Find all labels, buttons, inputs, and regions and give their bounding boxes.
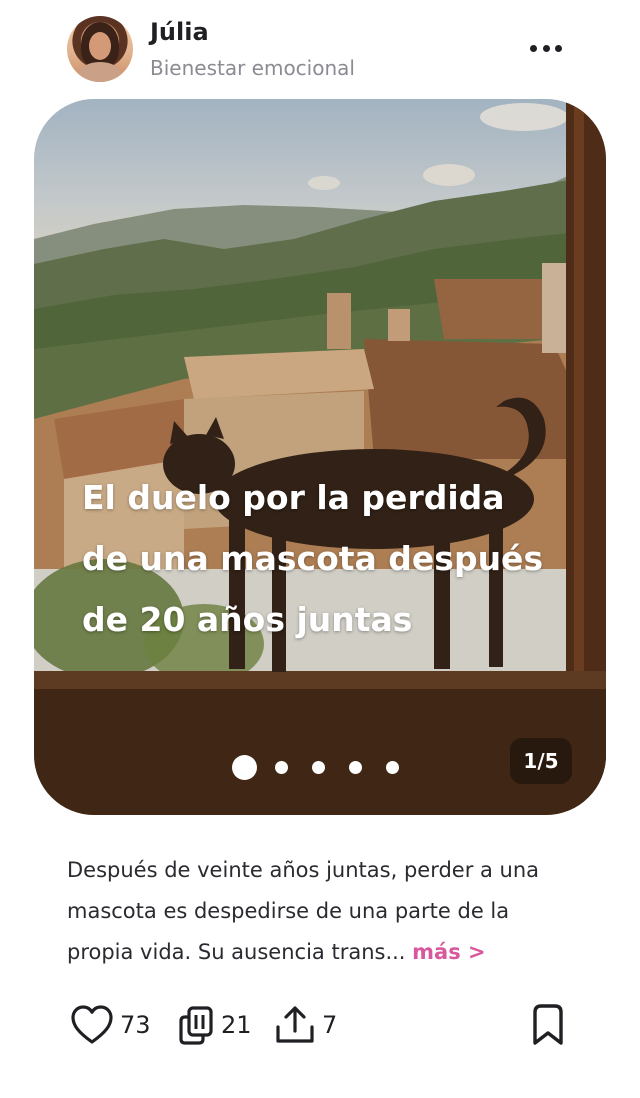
hero-photo xyxy=(34,99,606,815)
avatar[interactable] xyxy=(67,16,133,82)
share-count: 7 xyxy=(322,1011,338,1039)
avatar-body xyxy=(79,62,121,82)
heart-icon xyxy=(71,1005,113,1044)
action-bar: 73 21 7 xyxy=(0,1000,640,1050)
share-upload-icon xyxy=(276,1006,314,1043)
post-header: Júlia Bienestar emocional xyxy=(0,0,640,98)
more-horizontal-icon xyxy=(555,44,562,52)
like-button[interactable]: 73 xyxy=(70,1000,151,1050)
bookmark-button[interactable] xyxy=(528,1000,568,1050)
hero-title: El duelo por la perdida de una mascota d… xyxy=(82,478,544,639)
like-count: 73 xyxy=(120,1011,151,1039)
more-horizontal-icon xyxy=(530,44,537,52)
more-horizontal-icon xyxy=(542,44,550,52)
avatar-face xyxy=(89,32,111,60)
more-options-button[interactable] xyxy=(526,32,566,64)
read-more-link[interactable]: más > xyxy=(412,940,485,964)
share-button[interactable]: 7 xyxy=(274,1000,337,1050)
carousel-dot-active[interactable] xyxy=(232,755,257,780)
carousel-dot[interactable] xyxy=(386,761,399,774)
hero-image-card[interactable]: El duelo por la perdida de una mascota d… xyxy=(34,99,606,815)
comments-button[interactable]: 21 xyxy=(177,1000,252,1050)
user-name[interactable]: Júlia xyxy=(150,18,209,46)
bookmark-icon xyxy=(533,1004,563,1045)
slide-counter: 1/5 xyxy=(510,738,572,784)
carousel-dot[interactable] xyxy=(275,761,288,774)
user-subtitle: Bienestar emocional xyxy=(150,56,355,80)
post-description: Después de veinte años juntas, perder a … xyxy=(67,850,577,973)
copy-stack-icon xyxy=(179,1006,213,1045)
comments-count: 21 xyxy=(221,1011,252,1039)
carousel-dot[interactable] xyxy=(349,761,362,774)
carousel-dot[interactable] xyxy=(312,761,325,774)
carousel-dots xyxy=(232,755,399,780)
